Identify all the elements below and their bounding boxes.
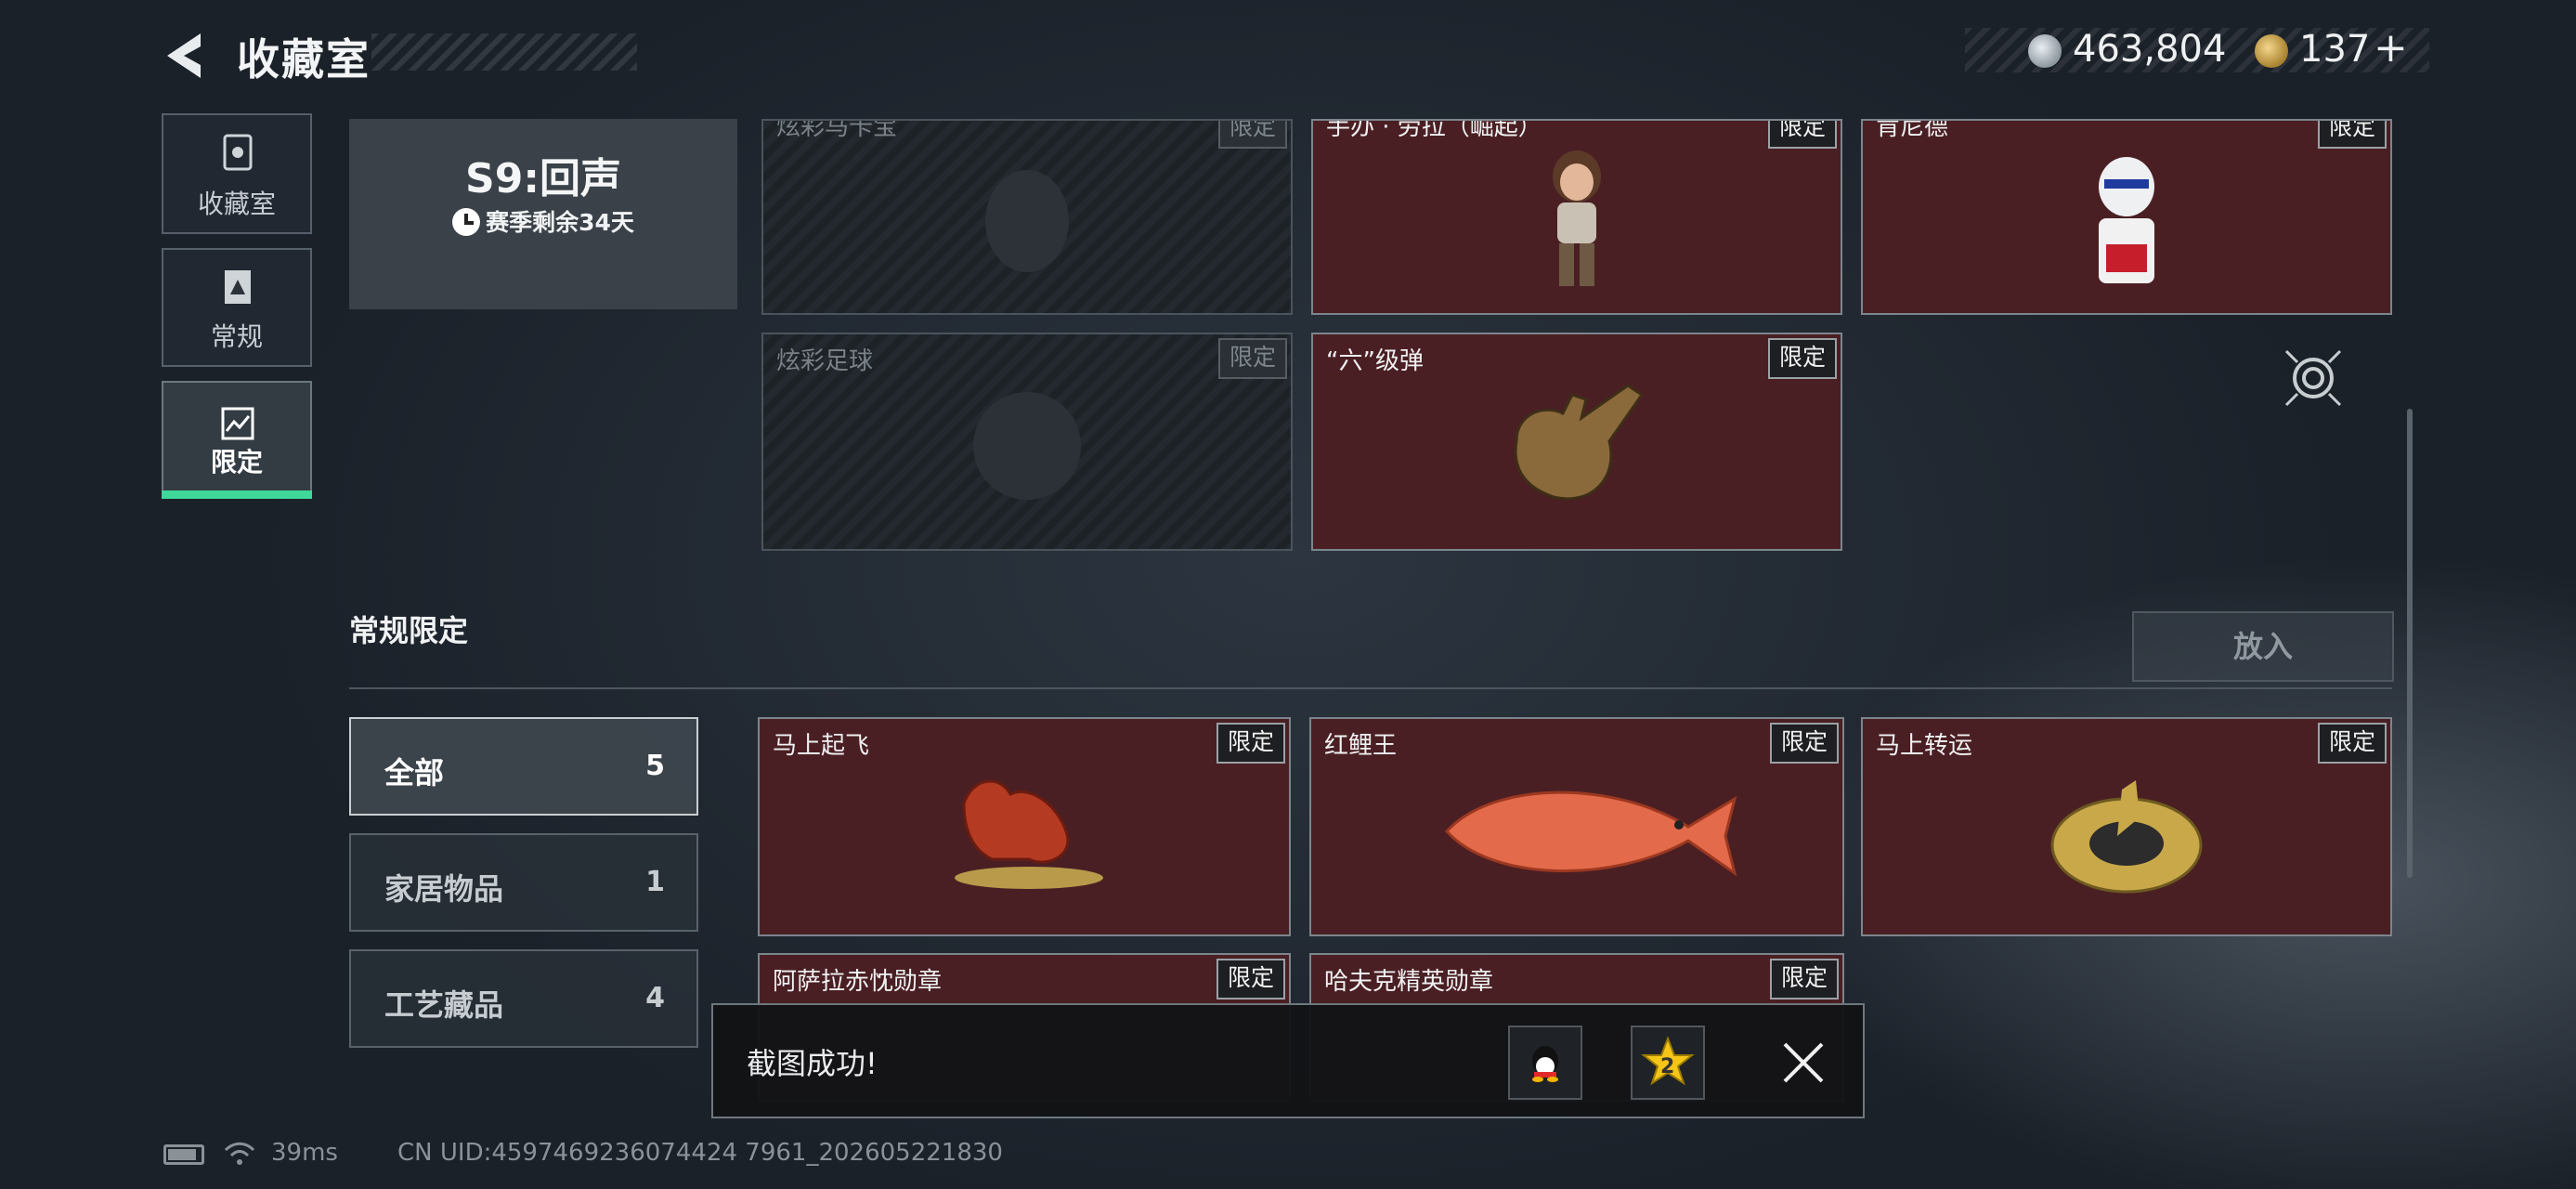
item-name: 哈夫克精英勋章 [1324, 968, 1494, 996]
limited-tag: 限定 [1216, 723, 1285, 764]
locked-item-image [973, 392, 1081, 501]
collection-item-card[interactable]: 马上起飞 限定 [758, 717, 1291, 936]
gold-currency-value: 137 [2299, 28, 2371, 71]
collection-item-card[interactable]: 手办 · 劳拉（崛起） 限定 [1311, 119, 1842, 315]
carp-image [1444, 790, 1737, 877]
category-count: 4 [645, 982, 665, 1014]
item-name: 炫彩足球 [776, 347, 874, 375]
target-icon[interactable] [2283, 347, 2344, 409]
section-divider [349, 687, 2392, 689]
item-name: 手办 · 劳拉（崛起） [1326, 119, 1542, 141]
lucky-dial-image [2050, 779, 2203, 894]
locked-item-image [985, 169, 1069, 272]
limited-tag: 限定 [1768, 338, 1837, 379]
limited-tag: 限定 [1770, 723, 1839, 764]
season-title: S9:回声 [465, 155, 621, 203]
limited-tag: 限定 [1768, 121, 1837, 149]
star-badge: 2 [1660, 1055, 1675, 1078]
put-in-button[interactable]: 放入 [2132, 611, 2394, 682]
figure-image [1553, 150, 1601, 286]
collection-icon [223, 134, 253, 171]
category-label: 家居物品 [384, 871, 504, 907]
screenshot-toast: 截图成功! 2 [711, 1003, 1865, 1118]
item-name: “六”级弹 [1326, 347, 1424, 375]
scrollbar[interactable] [2407, 409, 2413, 878]
item-name: 马上起飞 [773, 732, 870, 760]
collection-item-card[interactable]: “六”级弹 限定 [1311, 333, 1842, 551]
collection-item-card[interactable]: 炫彩马卡宝 限定 [761, 119, 1293, 315]
limited-tag: 限定 [1216, 959, 1285, 1000]
qq-icon [1532, 1046, 1558, 1082]
item-name: 炫彩马卡宝 [776, 119, 898, 141]
toast-message: 截图成功! [747, 1046, 878, 1081]
qzone-share-button[interactable]: 2 [1631, 1026, 1705, 1100]
collection-item-card[interactable]: 红鲤王 限定 [1309, 717, 1844, 936]
item-name: 阿萨拉赤忱勋章 [773, 968, 943, 996]
qq-share-button[interactable] [1508, 1026, 1582, 1100]
collection-item-card[interactable]: 马上转运 限定 [1861, 717, 2392, 936]
category-crafts[interactable]: 工艺藏品 4 [349, 949, 698, 1048]
item-name: 红鲤王 [1324, 732, 1398, 760]
season-remaining-text: 赛季剩余34天 [486, 209, 634, 236]
category-label: 工艺藏品 [384, 987, 504, 1023]
clock-icon [452, 208, 481, 236]
category-count: 5 [645, 750, 665, 782]
limited-tag: 限定 [2318, 723, 2387, 764]
limited-icon [221, 407, 254, 440]
silver-currency-value: 463,804 [2073, 28, 2227, 71]
season-remaining: 赛季剩余34天 [349, 204, 737, 238]
nav-collection-room[interactable]: 收藏室 [162, 113, 312, 234]
battery-icon [163, 1144, 204, 1165]
title-decoration [371, 33, 637, 71]
ping-value: 39ms [271, 1139, 338, 1167]
hand-sculpture-image [1514, 384, 1645, 501]
item-name: 肯尼德 [1876, 119, 1949, 141]
gold-coin-icon [2255, 34, 2288, 68]
add-currency-button[interactable]: + [2374, 24, 2408, 72]
nav-label: 常规 [210, 321, 263, 352]
nav-regular[interactable]: 常规 [162, 248, 312, 367]
limited-tag: 限定 [2318, 121, 2387, 149]
figure-image [2099, 156, 2154, 283]
page-title: 收藏室 [237, 34, 371, 85]
silver-coin-icon [2028, 34, 2062, 68]
category-label: 全部 [384, 755, 445, 790]
collection-item-card[interactable]: 肯尼德 限定 [1861, 119, 2392, 315]
nav-label: 收藏室 [197, 189, 276, 219]
nav-label: 限定 [210, 447, 263, 477]
limited-tag: 限定 [1218, 338, 1287, 379]
close-icon[interactable] [1781, 1040, 1826, 1085]
category-count: 1 [645, 866, 665, 898]
category-home-items[interactable]: 家居物品 1 [349, 833, 698, 932]
wifi-icon [224, 1142, 255, 1165]
regular-icon [225, 270, 251, 304]
limited-tag: 限定 [1770, 959, 1839, 1000]
collection-item-card[interactable]: 炫彩足球 限定 [761, 333, 1293, 551]
back-arrow-icon[interactable] [160, 28, 206, 84]
season-card: S9:回声 赛季剩余34天 [349, 119, 737, 309]
limited-tag: 限定 [1218, 121, 1287, 149]
category-all[interactable]: 全部 5 [349, 717, 698, 816]
nav-limited[interactable]: 限定 [162, 381, 312, 492]
item-name: 马上转运 [1876, 732, 1973, 760]
nav-active-indicator [162, 490, 312, 499]
section-title: 常规限定 [349, 613, 469, 648]
user-uid: CN UID:4597469236074424 7961_20260522183… [397, 1139, 1003, 1167]
horse-sculpture-image [955, 779, 1103, 889]
